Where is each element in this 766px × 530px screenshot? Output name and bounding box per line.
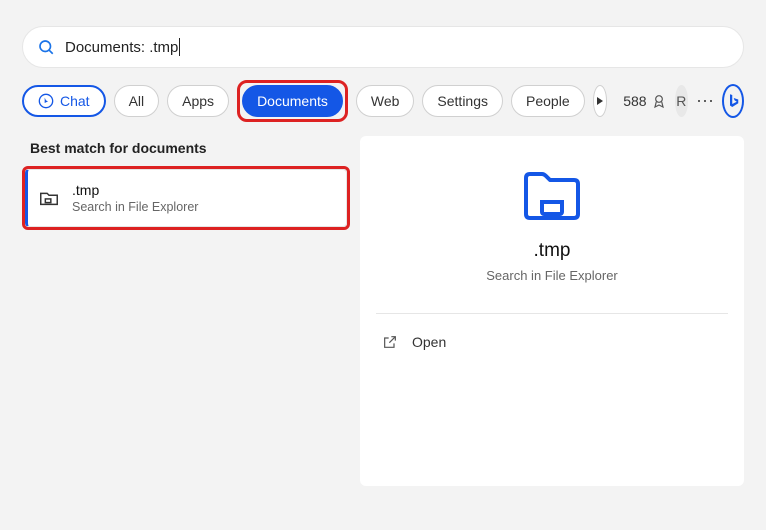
bing-icon xyxy=(724,92,742,110)
filter-settings[interactable]: Settings xyxy=(422,85,503,117)
filter-apps-label: Apps xyxy=(182,93,214,109)
filter-bar: Chat All Apps Documents Web Settings Peo… xyxy=(0,80,766,136)
avatar-initial: R xyxy=(676,93,686,109)
result-title: .tmp xyxy=(72,182,198,198)
filter-all[interactable]: All xyxy=(114,85,160,117)
search-bar[interactable]: Documents: .tmp xyxy=(22,26,744,68)
filter-overflow-button[interactable] xyxy=(593,85,608,117)
folder-icon xyxy=(520,166,584,222)
filter-documents[interactable]: Documents xyxy=(242,85,343,117)
result-item[interactable]: .tmp Search in File Explorer xyxy=(25,169,347,227)
filter-documents-label: Documents xyxy=(257,93,328,109)
user-avatar[interactable]: R xyxy=(675,85,688,117)
filter-apps[interactable]: Apps xyxy=(167,85,229,117)
divider xyxy=(376,313,728,314)
filter-people[interactable]: People xyxy=(511,85,585,117)
rewards-points[interactable]: 588 xyxy=(623,93,666,109)
preview-title: .tmp xyxy=(376,240,728,262)
medal-icon xyxy=(651,93,667,109)
open-icon xyxy=(382,334,398,350)
search-input-value: Documents: .tmp xyxy=(65,39,178,56)
search-icon xyxy=(37,38,55,56)
filter-settings-label: Settings xyxy=(437,93,488,109)
action-open[interactable]: Open xyxy=(376,324,728,360)
filter-all-label: All xyxy=(129,93,145,109)
highlight-documents: Documents xyxy=(237,80,348,122)
action-open-label: Open xyxy=(412,334,446,350)
ellipsis-icon: ⋯ xyxy=(696,91,714,112)
results-panel: Best match for documents .tmp Search in … xyxy=(22,136,350,486)
preview-subtitle: Search in File Explorer xyxy=(376,268,728,283)
result-subtitle: Search in File Explorer xyxy=(72,200,198,214)
bing-button[interactable] xyxy=(722,84,744,118)
filter-web-label: Web xyxy=(371,93,400,109)
bing-chat-icon xyxy=(38,93,54,109)
more-button[interactable]: ⋯ xyxy=(696,91,714,112)
folder-search-icon xyxy=(38,187,60,209)
filter-people-label: People xyxy=(526,93,570,109)
results-section-title: Best match for documents xyxy=(30,140,342,156)
highlight-result: .tmp Search in File Explorer xyxy=(22,166,350,230)
filter-chat-label: Chat xyxy=(60,93,90,109)
points-count: 588 xyxy=(623,93,646,109)
filter-web[interactable]: Web xyxy=(356,85,415,117)
preview-icon-wrap xyxy=(376,166,728,222)
text-caret xyxy=(179,38,180,56)
play-icon xyxy=(595,96,605,106)
filter-chat[interactable]: Chat xyxy=(22,85,106,117)
preview-panel: .tmp Search in File Explorer Open xyxy=(360,136,744,486)
